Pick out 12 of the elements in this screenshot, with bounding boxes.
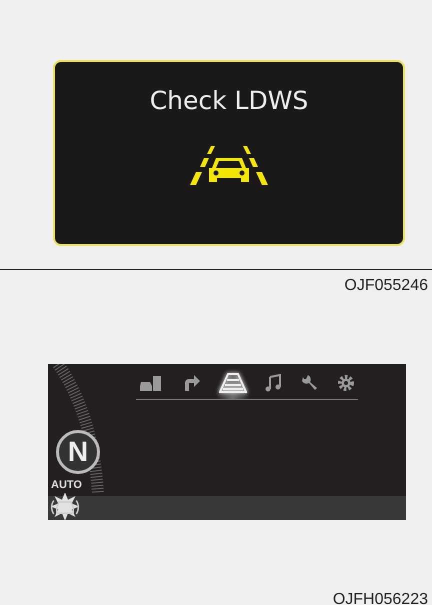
auto-hold-label: AUTO <box>51 480 82 491</box>
lane-departure-icon <box>189 144 269 186</box>
figure-code: OJF055246 <box>343 276 429 296</box>
settings-icon <box>336 374 355 392</box>
music-note-icon <box>265 374 282 392</box>
gear-indicator: N <box>56 430 100 474</box>
vehicle-icon <box>139 374 163 392</box>
warning-message: Check LDWS <box>150 85 308 117</box>
wrench-icon <box>300 374 318 392</box>
lane-icon <box>218 372 247 393</box>
figure-code: OJFH056223 <box>332 590 429 605</box>
menu-tab[interactable] <box>216 371 250 399</box>
